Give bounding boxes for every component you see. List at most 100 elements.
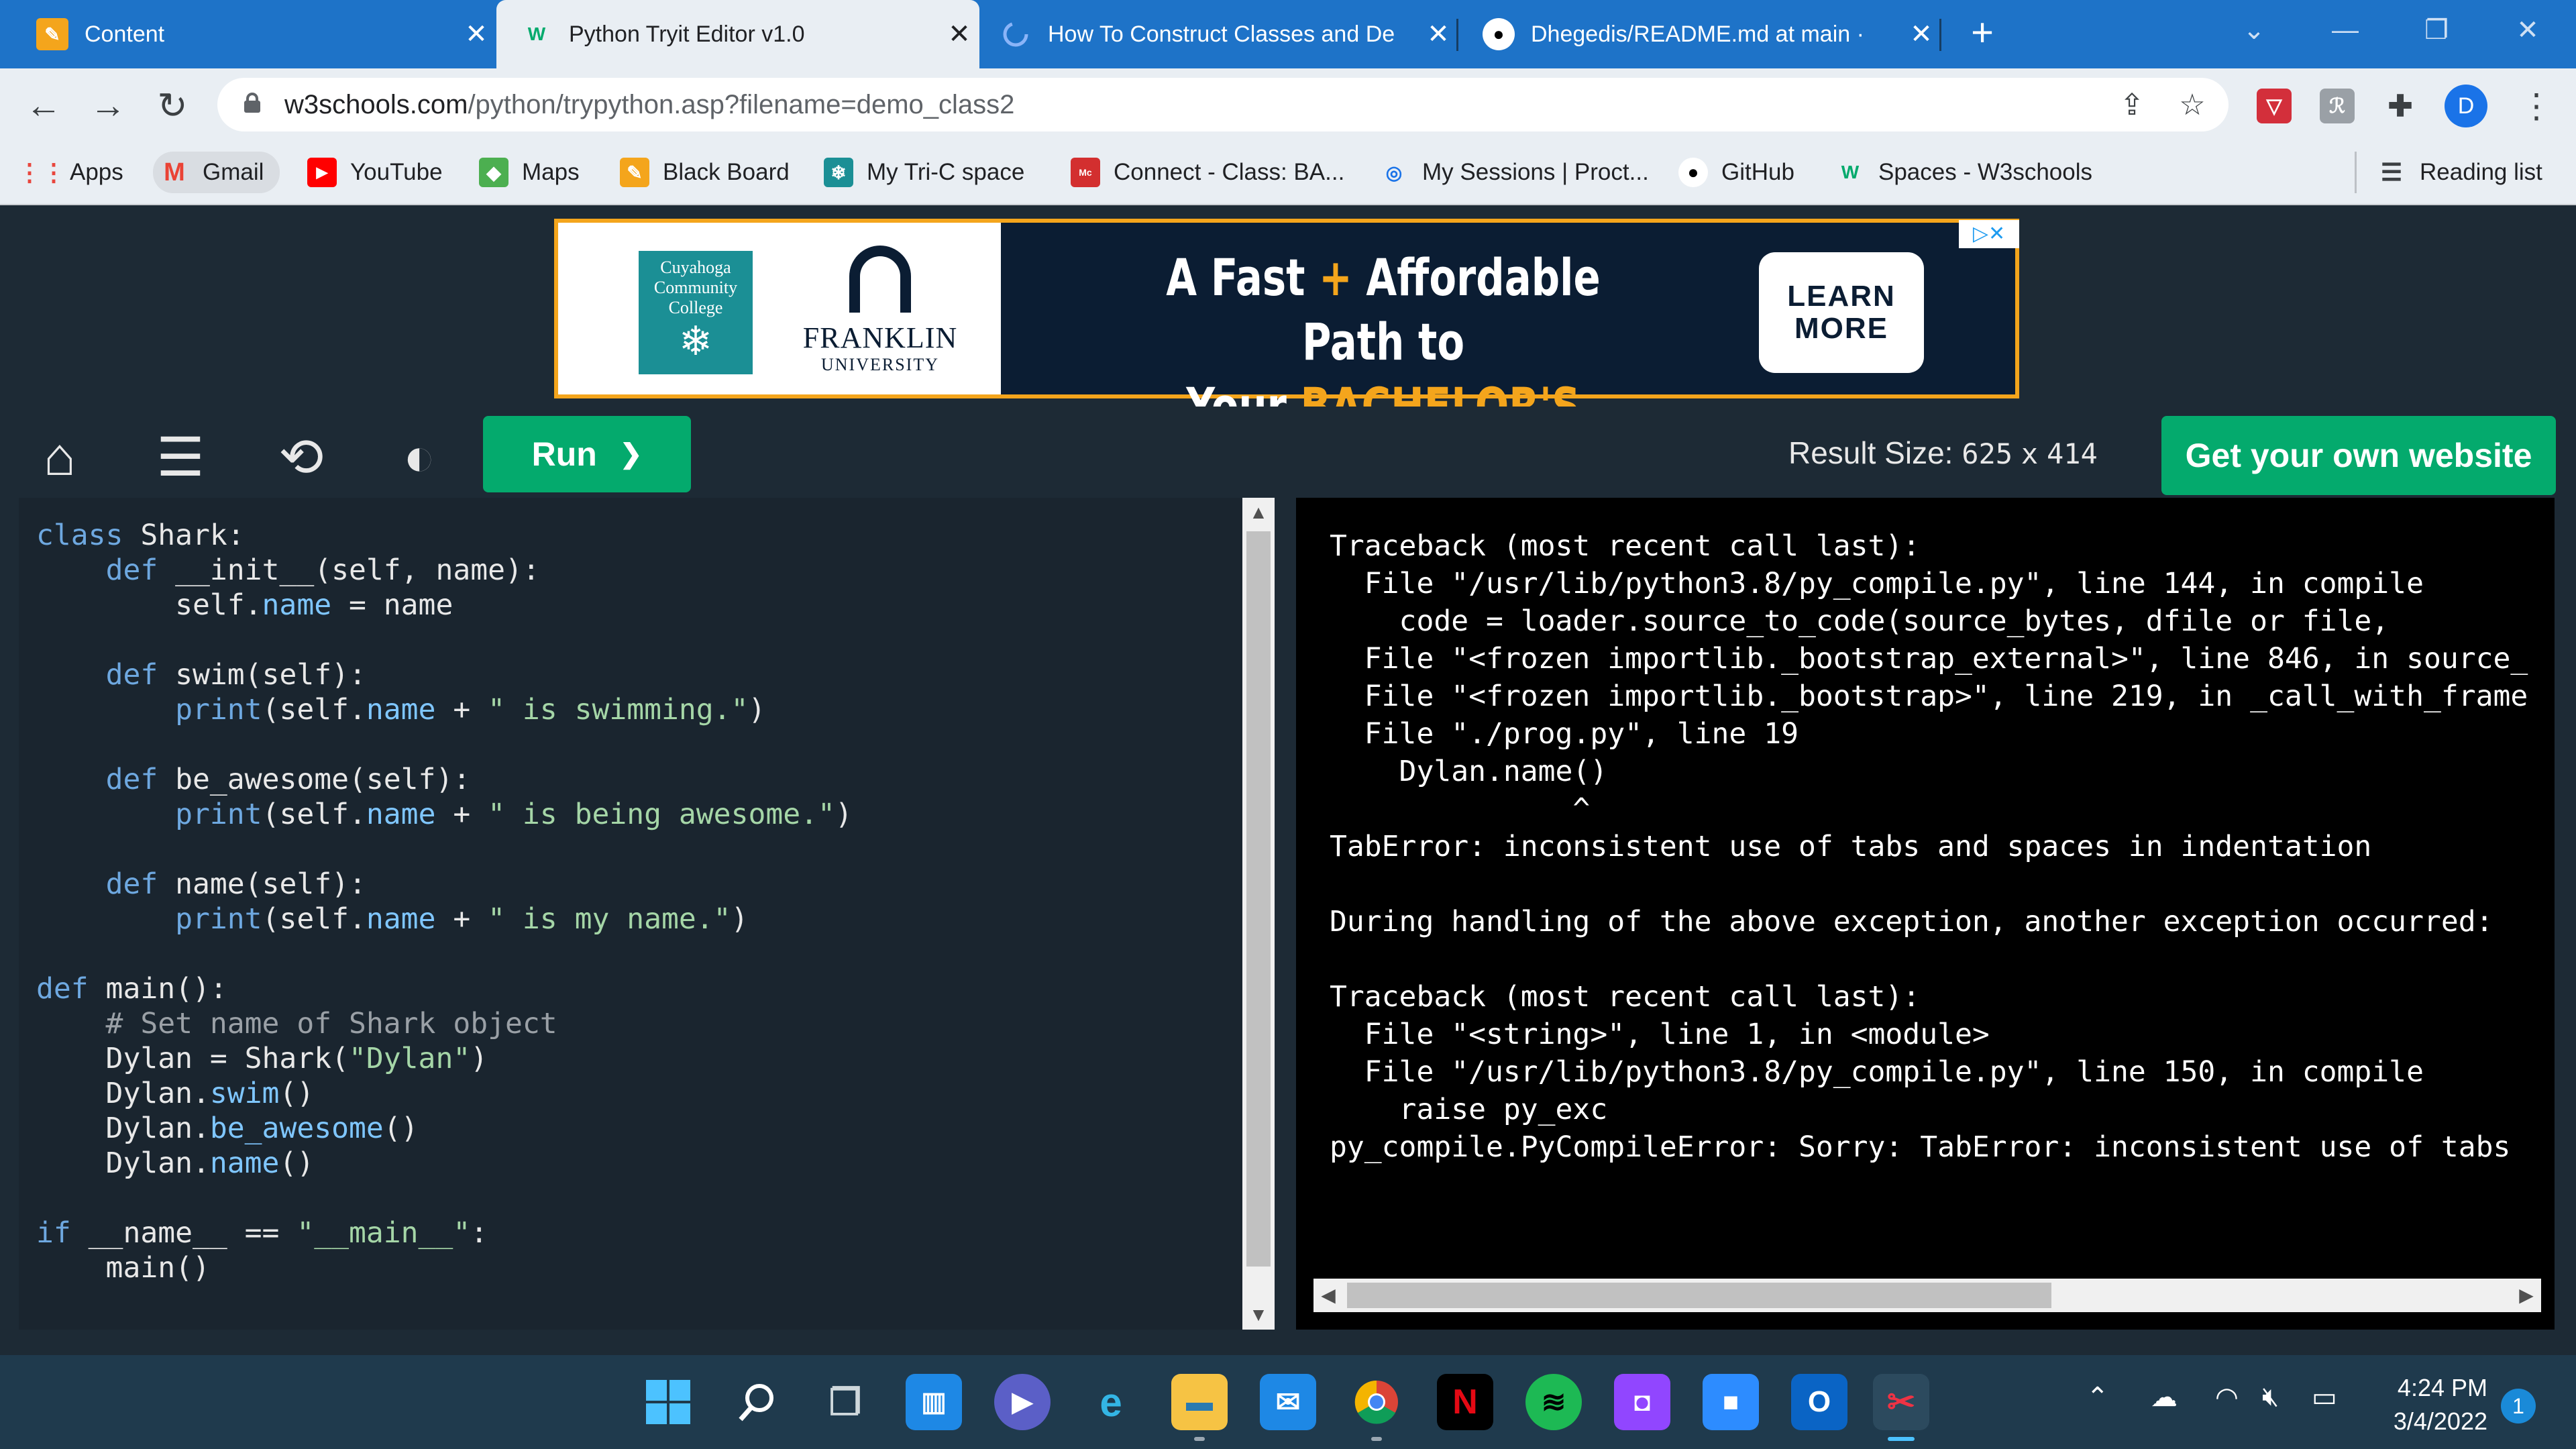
close-tab-icon[interactable]: ✕ — [939, 19, 979, 50]
close-window-icon[interactable]: ✕ — [2487, 0, 2568, 60]
back-icon[interactable]: ← — [20, 82, 67, 129]
output-horizontal-scrollbar[interactable]: ◀ ▶ — [1313, 1279, 2541, 1312]
code-line[interactable] — [36, 727, 853, 762]
close-tab-icon[interactable]: ✕ — [1418, 19, 1458, 50]
get-your-own-website-button[interactable]: Get your own website — [2161, 416, 2556, 495]
minimize-icon[interactable]: — — [2305, 0, 2385, 60]
bookmark-tri-c[interactable]: ❄ My Tri-C space — [824, 152, 1024, 193]
scroll-down-icon[interactable]: ▼ — [1242, 1300, 1275, 1330]
close-tab-icon[interactable]: ✕ — [1901, 19, 1941, 50]
bookmark-github[interactable]: ● GitHub — [1678, 152, 1794, 193]
edge-icon[interactable]: e — [1083, 1374, 1139, 1430]
search-icon[interactable] — [729, 1374, 785, 1430]
bookmark-apps[interactable]: ⋮⋮ Apps — [17, 152, 123, 193]
bookmark-youtube[interactable]: ▶ YouTube — [307, 152, 443, 193]
code-line[interactable]: Dylan.swim() — [36, 1076, 853, 1111]
tab-python-tryit[interactable]: W Python Tryit Editor v1.0 ✕ — [496, 0, 979, 68]
file-explorer-icon[interactable]: ▬ — [1171, 1374, 1228, 1441]
tab-search-chevron-icon[interactable]: ⌄ — [2214, 0, 2294, 60]
snipping-tool-icon[interactable]: ✂ — [1873, 1374, 1929, 1441]
code-line[interactable] — [36, 936, 853, 971]
pocket-extension-icon[interactable]: ▽ — [2257, 89, 2292, 123]
code-line[interactable]: Dylan.name() — [36, 1146, 853, 1181]
share-icon[interactable]: ⇪ — [2110, 83, 2153, 126]
omnibox[interactable]: w3schools.com/python/trypython.asp?filen… — [217, 78, 2229, 131]
spotify-icon[interactable]: ≋ — [1525, 1374, 1582, 1430]
teams-chat-icon[interactable]: ▶ — [994, 1374, 1051, 1430]
code-line[interactable]: print(self.name + " is my name.") — [36, 902, 853, 936]
netflix-icon[interactable]: N — [1437, 1374, 1493, 1430]
bookmark-spaces-w3schools[interactable]: W Spaces - W3schools — [1835, 152, 2092, 193]
task-view-icon[interactable]: ❐ — [817, 1374, 873, 1430]
reading-list[interactable]: ☰ Reading list — [2355, 152, 2542, 193]
lock-icon[interactable] — [244, 93, 260, 113]
hamburger-menu-icon[interactable]: ☰ — [150, 427, 211, 487]
code-line[interactable]: self.name = name — [36, 588, 853, 623]
code-line[interactable] — [36, 1181, 853, 1216]
battery-icon[interactable]: ▭ — [2312, 1382, 2337, 1413]
learn-more-button[interactable]: LEARN MORE — [1759, 252, 1924, 373]
profile-avatar[interactable]: D — [2445, 85, 2487, 127]
outlook-icon[interactable]: O — [1791, 1374, 1847, 1430]
code-editor[interactable]: class Shark: def __init__(self, name): s… — [19, 498, 1244, 1330]
bookmark-gmail[interactable]: M Gmail — [153, 152, 280, 193]
close-tab-icon[interactable]: ✕ — [456, 19, 496, 50]
run-button[interactable]: Run ❯ — [483, 416, 691, 492]
ad-banner[interactable]: Cuyahoga Community College ❄ FRANKLIN UNIV… — [554, 219, 2019, 500]
code-line[interactable] — [36, 832, 853, 867]
zoom-icon[interactable]: ■ — [1703, 1374, 1759, 1430]
scroll-right-icon[interactable]: ▶ — [2512, 1279, 2541, 1312]
windows-start-icon[interactable] — [640, 1374, 696, 1430]
chevron-up-icon[interactable]: ⌃ — [2086, 1382, 2109, 1413]
volume-muted-icon[interactable]: 🔇︎ — [2262, 1382, 2279, 1412]
mail-icon[interactable]: ✉ — [1260, 1374, 1316, 1430]
code-content[interactable]: class Shark: def __init__(self, name): s… — [36, 518, 853, 1285]
tab-github-readme[interactable]: ● Dhegedis/README.md at main · ✕ — [1458, 0, 1941, 68]
code-line[interactable]: main() — [36, 1250, 853, 1285]
code-line[interactable]: def be_awesome(self): — [36, 762, 853, 797]
bookmark-black-board[interactable]: ✎ Black Board — [620, 152, 790, 193]
bookmark-my-sessions[interactable]: ◎ My Sessions | Proct... — [1379, 152, 1649, 193]
notification-badge[interactable]: 1 — [2501, 1389, 2536, 1424]
url-text[interactable]: w3schools.com/python/trypython.asp?filen… — [284, 90, 1014, 120]
code-line[interactable]: # Set name of Shark object — [36, 1006, 853, 1041]
puzzle-icon[interactable]: ✚ — [2383, 89, 2418, 123]
code-line[interactable]: if __name__ == "__main__": — [36, 1216, 853, 1250]
adchoices-icon[interactable]: ▷✕ — [1959, 220, 2019, 248]
menu-kebab-icon[interactable]: ⋮ — [2520, 87, 2553, 127]
bookmark-maps[interactable]: ◆ Maps — [479, 152, 580, 193]
code-line[interactable]: Dylan.be_awesome() — [36, 1111, 853, 1146]
chrome-icon[interactable] — [1348, 1374, 1405, 1441]
extension-icon[interactable]: ℛ — [2320, 89, 2355, 123]
twitch-icon[interactable]: ◘ — [1614, 1374, 1670, 1430]
restore-icon[interactable]: ❐ — [2396, 0, 2477, 60]
tab-content[interactable]: ✎ Content ✕ — [0, 0, 496, 68]
home-icon[interactable]: ⌂ — [30, 427, 90, 487]
scrollbar-thumb[interactable] — [1246, 531, 1271, 1267]
scroll-left-icon[interactable]: ◀ — [1313, 1279, 1343, 1312]
contrast-toggle-icon[interactable]: ◐ — [389, 427, 449, 487]
editor-vertical-scrollbar[interactable]: ▲ ▼ — [1242, 498, 1275, 1330]
code-line[interactable] — [36, 623, 853, 657]
wifi-icon[interactable]: ◠ — [2215, 1382, 2239, 1413]
tab-construct-classes[interactable]: How To Construct Classes and De ✕ — [979, 0, 1458, 68]
code-line[interactable]: print(self.name + " is being awesome.") — [36, 797, 853, 832]
code-line[interactable]: def swim(self): — [36, 657, 853, 692]
code-line[interactable]: def __init__(self, name): — [36, 553, 853, 588]
scroll-up-icon[interactable]: ▲ — [1242, 498, 1275, 527]
forward-icon[interactable]: → — [85, 82, 131, 129]
code-line[interactable]: class Shark: — [36, 518, 853, 553]
code-line[interactable]: print(self.name + " is swimming.") — [36, 692, 853, 727]
widgets-icon[interactable]: ▥ — [906, 1374, 962, 1430]
onedrive-cloud-icon[interactable]: ☁ — [2151, 1382, 2178, 1413]
new-tab-button[interactable]: + — [1959, 12, 2006, 56]
code-line[interactable]: def name(self): — [36, 867, 853, 902]
scrollbar-thumb[interactable] — [1347, 1283, 2051, 1308]
reload-icon[interactable]: ↻ — [149, 82, 196, 129]
bookmark-connect[interactable]: Mc Connect - Class: BA... — [1071, 152, 1344, 193]
bookmark-star-icon[interactable]: ☆ — [2171, 83, 2214, 126]
code-line[interactable]: Dylan = Shark("Dylan") — [36, 1041, 853, 1076]
code-line[interactable]: def main(): — [36, 971, 853, 1006]
system-clock[interactable]: 4:24 PM 3/4/2022 — [2373, 1371, 2487, 1438]
rotate-layout-icon[interactable]: ⟲ — [271, 427, 331, 487]
